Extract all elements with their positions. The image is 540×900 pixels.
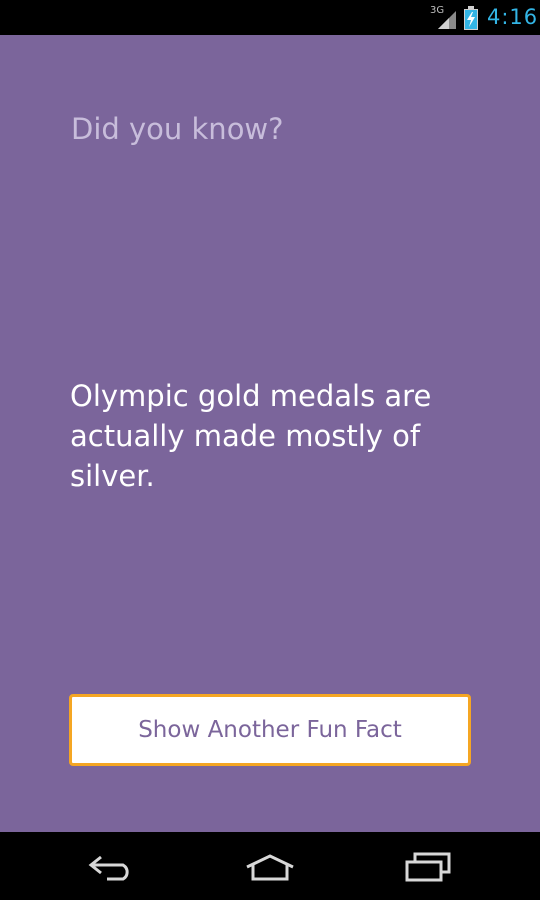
home-icon: [246, 854, 294, 881]
signal-icon: [438, 11, 456, 29]
fun-fact-text: Olympic gold medals are actually made mo…: [70, 379, 432, 493]
recent-apps-icon: [405, 852, 451, 882]
clock: 4:16: [487, 5, 539, 29]
back-icon: [88, 855, 129, 881]
battery-charging-icon: [464, 6, 478, 30]
navigation-bar: [0, 832, 540, 900]
home-button[interactable]: [240, 846, 300, 888]
show-another-fact-button[interactable]: Show Another Fun Fact: [69, 694, 471, 766]
show-another-fact-button-label: Show Another Fun Fact: [138, 717, 402, 743]
recent-apps-button[interactable]: [398, 846, 458, 888]
status-bar: 3G 4:16: [0, 0, 540, 35]
back-button[interactable]: [82, 846, 142, 888]
headline: Did you know?: [71, 112, 284, 146]
